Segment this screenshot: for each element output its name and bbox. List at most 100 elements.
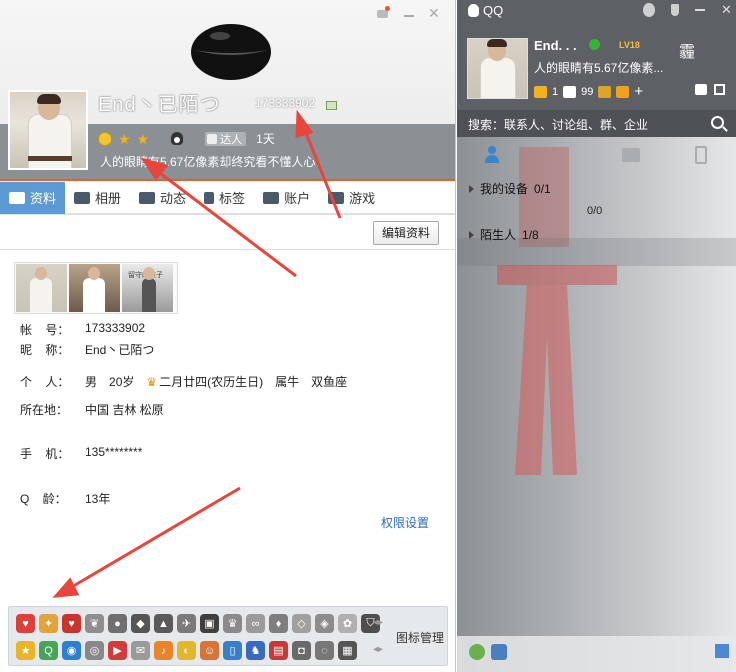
- penguin-badge-icon[interactable]: ▲: [154, 614, 173, 633]
- video-badge-icon[interactable]: ▶: [108, 641, 127, 660]
- qq-friend-icon[interactable]: [491, 644, 507, 660]
- contact-group[interactable]: 陌生人 1/8: [469, 226, 539, 243]
- skin-icon[interactable]: [695, 84, 707, 95]
- level-row: ★ ★ 达人 1天: [98, 130, 275, 147]
- tab-tags[interactable]: 标签: [195, 182, 254, 214]
- active-days: 1天: [256, 132, 275, 146]
- circle-badge-icon[interactable]: ◌: [315, 641, 334, 660]
- edit-profile-button[interactable]: 编辑资料: [373, 221, 440, 245]
- search-icon[interactable]: [711, 116, 724, 129]
- badge-scroll-arrows[interactable]: ◂▸: [373, 644, 383, 655]
- qq-nickname[interactable]: End. . .: [534, 38, 577, 53]
- annotation-arrow: [52, 486, 241, 598]
- eye-badge-icon[interactable]: ◎: [85, 641, 104, 660]
- bird-badge-icon[interactable]: ✈: [177, 614, 196, 633]
- qq-avatar[interactable]: [467, 38, 528, 99]
- close-icon[interactable]: ✕: [721, 2, 732, 18]
- app-icon[interactable]: [469, 644, 485, 660]
- leaf-badge-icon[interactable]: ✿: [338, 614, 357, 633]
- minimize-icon[interactable]: [404, 15, 414, 17]
- search-input[interactable]: 搜索：联系人、讨论组、群、企业: [468, 116, 648, 133]
- talent-badge[interactable]: 达人: [205, 131, 247, 146]
- mail-icon[interactable]: [563, 85, 577, 98]
- pet-badge-icon[interactable]: ☺: [200, 641, 219, 660]
- weather-icon[interactable]: 霾: [679, 38, 695, 62]
- tab-feed[interactable]: 动态: [130, 182, 195, 214]
- app-grid-icon[interactable]: [715, 644, 729, 658]
- mail-badge-icon[interactable]: ✉: [131, 641, 150, 660]
- qq-signature[interactable]: 人的眼睛有5.67亿像素...: [534, 59, 663, 76]
- tab-devices[interactable]: [666, 137, 736, 173]
- photo-thumbnail[interactable]: [69, 264, 120, 312]
- profile-tabs: 资料 相册 动态 标签 账户 游戏: [0, 181, 455, 214]
- tab-account[interactable]: 账户: [254, 182, 319, 214]
- location-label: 所在地：: [20, 403, 69, 417]
- camera-badge-icon[interactable]: ◉: [62, 641, 81, 660]
- personal-info: 男 20岁 ♛ 二月廿四(农历生日) 属牛 双鱼座: [85, 373, 347, 390]
- heart-badge-icon[interactable]: ♥: [16, 614, 35, 633]
- qq-search-bar[interactable]: 搜索：联系人、讨论组、群、企业: [457, 110, 736, 137]
- tab-chats[interactable]: [597, 137, 667, 173]
- tab-games[interactable]: 游戏: [319, 182, 384, 214]
- app-manager-icon[interactable]: [714, 84, 725, 95]
- game-icon[interactable]: [616, 85, 630, 98]
- nickname-value: End丶已陌つ: [85, 343, 155, 357]
- close-icon[interactable]: ✕: [428, 6, 440, 20]
- expand-arrow-icon: [469, 230, 474, 239]
- qq-number: 173333902: [255, 96, 316, 110]
- permission-settings-link[interactable]: 权限设置: [381, 514, 429, 531]
- dance-badge-icon[interactable]: ♞: [246, 641, 265, 660]
- tab-album[interactable]: 相册: [65, 182, 130, 214]
- link-badge-icon[interactable]: ∞: [246, 614, 265, 633]
- skin-icon[interactable]: [376, 6, 390, 20]
- book-badge-icon[interactable]: ▤: [269, 641, 288, 660]
- game-badge-icon[interactable]: ◐: [177, 641, 196, 660]
- phone-badge-icon[interactable]: ▣: [200, 614, 219, 633]
- qzone-badge-icon[interactable]: Q: [39, 641, 58, 660]
- gem-badge-icon[interactable]: ◈: [315, 614, 334, 633]
- medal-icon[interactable]: [643, 3, 655, 17]
- badge-scroll-arrows[interactable]: ◂▸: [373, 617, 383, 628]
- tab-profile[interactable]: 资料: [0, 181, 66, 214]
- tab-label: 相册: [95, 191, 122, 206]
- diamond-badge-icon[interactable]: ♦: [269, 614, 288, 633]
- phone-badge-icon[interactable]: ▯: [223, 641, 242, 660]
- badge-manage-link[interactable]: 图标管理: [396, 629, 444, 646]
- photo-thumbnail[interactable]: 留守的孩子: [122, 264, 173, 312]
- qq-logo: QQ: [468, 3, 503, 18]
- minimize-icon[interactable]: [695, 9, 705, 11]
- zodiac-value: 属牛: [275, 375, 300, 389]
- gem-badge-icon[interactable]: ◇: [292, 614, 311, 633]
- tab-label: 资料: [30, 191, 57, 206]
- photo-thumbnail[interactable]: [16, 264, 67, 312]
- avatar[interactable]: [8, 90, 88, 170]
- phone-label: 手 机：: [20, 447, 70, 461]
- music-badge-icon[interactable]: ♪: [154, 641, 173, 660]
- shield-badge-icon[interactable]: ◘: [292, 641, 311, 660]
- wing-badge-icon[interactable]: ❦: [85, 614, 104, 633]
- movie-badge-icon[interactable]: ▦: [338, 641, 357, 660]
- add-app-icon[interactable]: +: [634, 83, 643, 100]
- gender-value: 男: [85, 375, 98, 389]
- crown-badge-icon[interactable]: ♛: [223, 614, 242, 633]
- tab-label: 动态: [160, 191, 187, 206]
- star-badge-icon[interactable]: ★: [16, 641, 35, 660]
- penguin-badge-icon[interactable]: ●: [108, 614, 127, 633]
- handshake-badge-icon[interactable]: ✦: [39, 614, 58, 633]
- qq-main-panel: QQ ✕ End. . . LV18 霾 人的眼睛有5.67亿像素... 1 9…: [457, 0, 736, 672]
- heart-badge-icon[interactable]: ♥: [62, 614, 81, 633]
- level-badge[interactable]: LV18: [619, 40, 640, 50]
- qq-window-controls: ✕: [643, 2, 732, 18]
- crown-icon: ♛: [146, 374, 158, 389]
- online-status-icon[interactable]: [589, 39, 600, 50]
- phone-value: 135********: [85, 445, 143, 459]
- diamond-badge-icon[interactable]: ◆: [131, 614, 150, 633]
- star-level-icon: ★: [118, 130, 131, 147]
- contact-group[interactable]: 我的设备 0/1: [469, 180, 551, 197]
- tab-contacts[interactable]: [457, 137, 527, 173]
- tab-groups[interactable]: [527, 137, 597, 173]
- wallet-icon[interactable]: [598, 85, 612, 98]
- shield-icon[interactable]: [671, 4, 679, 16]
- star-icon[interactable]: [534, 85, 547, 98]
- edit-remark-icon[interactable]: [326, 101, 337, 110]
